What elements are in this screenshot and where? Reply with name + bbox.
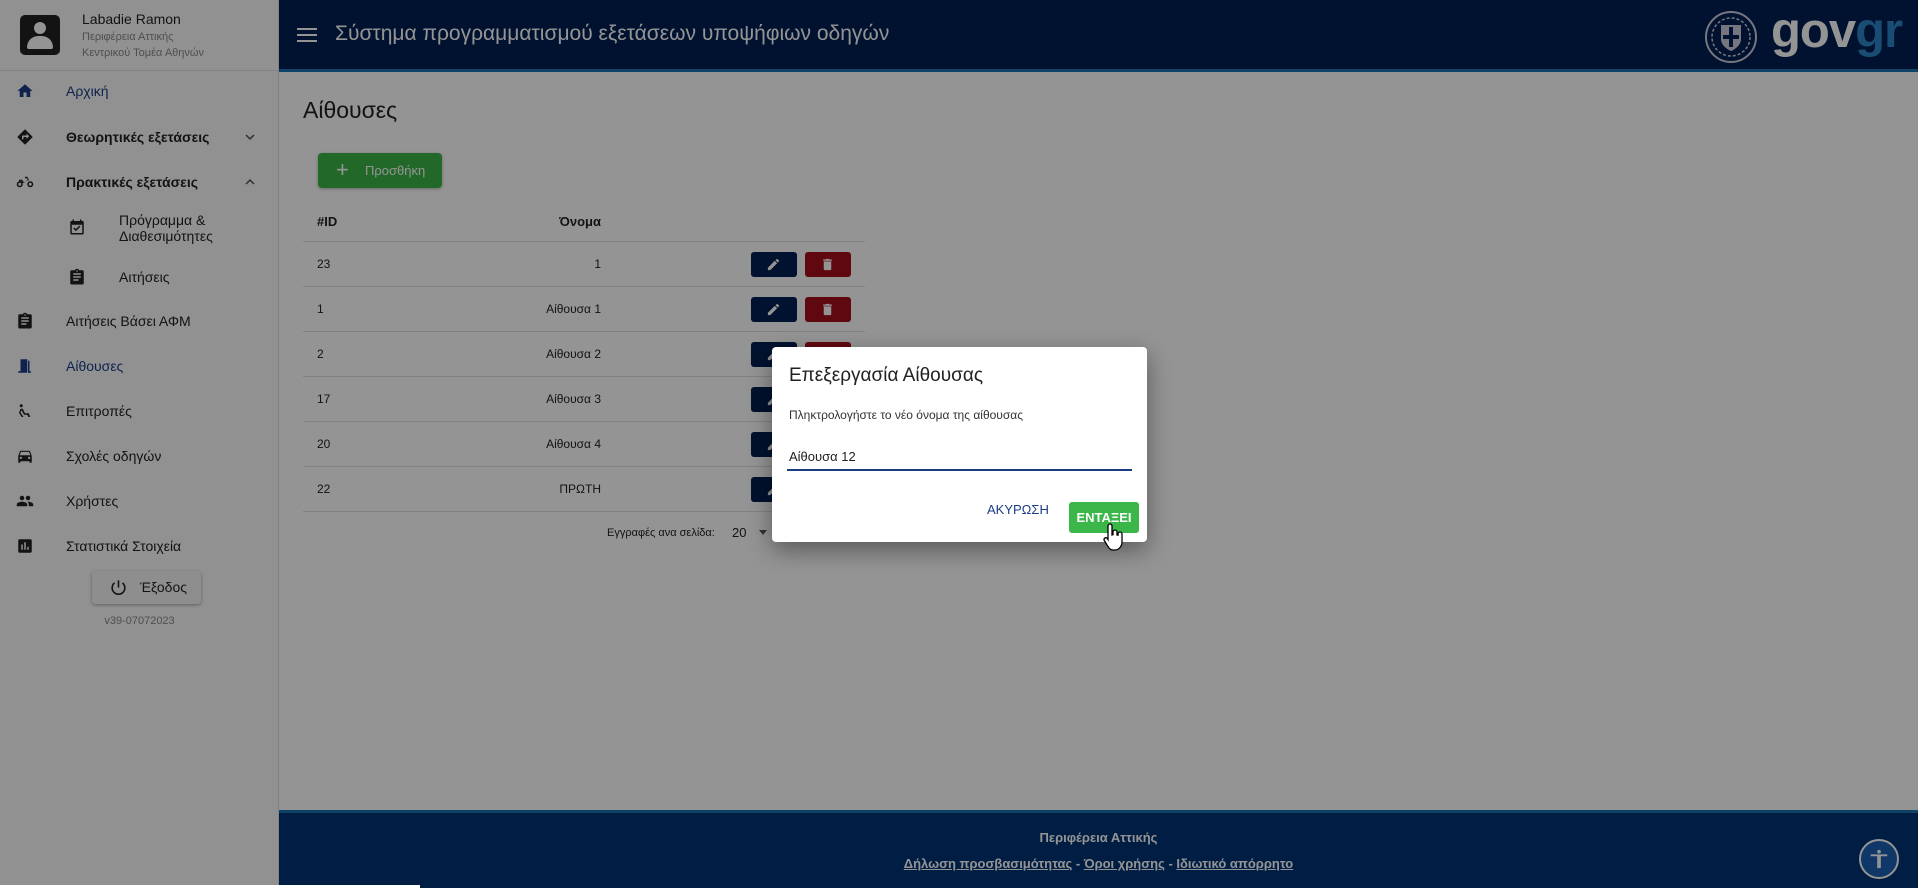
room-name-input[interactable] xyxy=(787,444,1132,471)
dialog-title: Επεξεργασία Αίθουσας xyxy=(789,365,983,386)
hand-cursor-icon xyxy=(1103,523,1123,551)
cancel-button[interactable]: ΑΚΥΡΩΣΗ xyxy=(987,502,1049,517)
edit-room-dialog: Επεξεργασία Αίθουσας Πληκτρολογήστε το ν… xyxy=(772,347,1147,542)
dialog-text: Πληκτρολογήστε το νέο όνομα της αίθουσας xyxy=(789,408,1023,422)
